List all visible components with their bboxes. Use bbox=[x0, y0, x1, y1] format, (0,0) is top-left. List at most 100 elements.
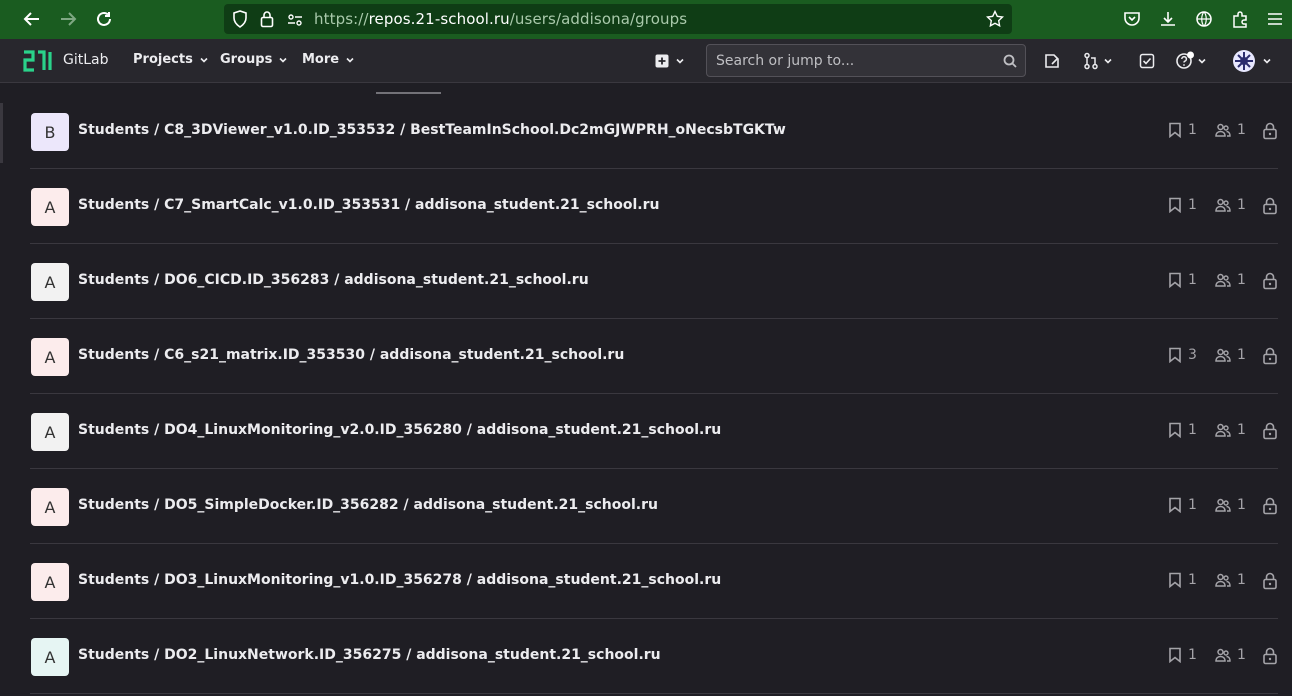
group-title[interactable]: Students / C7_SmartCalc_v1.0.ID_353531 /… bbox=[78, 197, 660, 213]
menu-label: Projects bbox=[133, 52, 193, 67]
group-avatar[interactable]: A bbox=[31, 188, 69, 226]
group-avatar[interactable]: A bbox=[31, 263, 69, 301]
avatar bbox=[1233, 50, 1255, 72]
lock-icon bbox=[1263, 497, 1277, 515]
bookmark-icon bbox=[1169, 197, 1181, 213]
member-count: 1 bbox=[1215, 497, 1246, 513]
bookmark-icon bbox=[1169, 647, 1181, 663]
user-menu-button[interactable] bbox=[1230, 50, 1274, 72]
bookmark-icon bbox=[1169, 122, 1181, 138]
group-row[interactable]: A Students / C6_s21_matrix.ID_353530 / a… bbox=[30, 319, 1278, 394]
lock-icon bbox=[1263, 197, 1277, 215]
users-icon bbox=[1215, 123, 1231, 137]
group-row[interactable]: A Students / DO6_CICD.ID_356283 / addiso… bbox=[30, 244, 1278, 319]
url-bar[interactable]: https://repos.21-school.ru/users/addison… bbox=[224, 4, 1012, 34]
lock-icon bbox=[1263, 422, 1277, 440]
lock-icon bbox=[1263, 122, 1277, 140]
group-avatar[interactable]: A bbox=[31, 638, 69, 676]
star-icon[interactable] bbox=[986, 10, 1004, 28]
todo-icon[interactable] bbox=[1136, 50, 1158, 72]
group-title[interactable]: Students / DO5_SimpleDocker.ID_356282 / … bbox=[78, 497, 658, 513]
logo-icon[interactable] bbox=[22, 49, 52, 73]
group-title[interactable]: Students / DO4_LinuxMonitoring_v2.0.ID_3… bbox=[78, 422, 721, 438]
forward-button[interactable] bbox=[56, 7, 80, 31]
chevron-down-icon bbox=[346, 57, 354, 63]
group-row[interactable]: A Students / DO5_SimpleDocker.ID_356282 … bbox=[30, 469, 1278, 544]
lock-icon bbox=[260, 11, 274, 28]
subgroup-count: 1 bbox=[1168, 272, 1197, 288]
reload-button[interactable] bbox=[92, 7, 116, 31]
group-row[interactable]: A Students / C7_SmartCalc_v1.0.ID_353531… bbox=[30, 169, 1278, 244]
lock-icon bbox=[1263, 647, 1277, 665]
arrow-left-icon bbox=[23, 12, 39, 26]
group-title[interactable]: Students / DO6_CICD.ID_356283 / addisona… bbox=[78, 272, 589, 288]
lock-icon bbox=[1263, 347, 1277, 365]
subgroup-count: 1 bbox=[1168, 197, 1197, 213]
group-title[interactable]: Students / C8_3DViewer_v1.0.ID_353532 / … bbox=[78, 122, 786, 138]
group-avatar[interactable]: A bbox=[31, 488, 69, 526]
group-avatar[interactable]: A bbox=[31, 563, 69, 601]
chevron-down-icon bbox=[1198, 58, 1206, 64]
group-row[interactable]: A Students / DO2_LinuxNetwork.ID_356275 … bbox=[30, 619, 1278, 694]
users-icon bbox=[1215, 273, 1231, 287]
bookmark-icon bbox=[1169, 422, 1181, 438]
subgroup-count: 1 bbox=[1168, 497, 1197, 513]
lock-icon bbox=[1263, 572, 1277, 590]
member-count: 1 bbox=[1215, 422, 1246, 438]
menu-groups[interactable]: Groups bbox=[220, 52, 288, 67]
chevron-down-icon bbox=[1263, 58, 1271, 64]
plus-square-icon bbox=[655, 54, 669, 68]
reload-icon bbox=[97, 11, 111, 26]
group-title[interactable]: Students / C6_s21_matrix.ID_353530 / add… bbox=[78, 347, 624, 363]
member-count: 1 bbox=[1215, 122, 1246, 138]
member-count: 1 bbox=[1215, 572, 1246, 588]
group-row[interactable]: B Students / C8_3DViewer_v1.0.ID_353532 … bbox=[30, 94, 1278, 169]
chevron-down-icon bbox=[676, 58, 684, 64]
search-box[interactable]: Search or jump to... bbox=[706, 44, 1026, 77]
globe-icon[interactable] bbox=[1193, 8, 1215, 30]
new-item-button[interactable] bbox=[652, 50, 688, 72]
url-text: https://repos.21-school.ru/users/addison… bbox=[314, 10, 688, 28]
main-content: B Students / C8_3DViewer_v1.0.ID_353532 … bbox=[0, 83, 1292, 696]
group-title[interactable]: Students / DO2_LinuxNetwork.ID_356275 / … bbox=[78, 647, 661, 663]
merge-request-icon bbox=[1084, 52, 1098, 70]
group-avatar[interactable]: B bbox=[31, 113, 69, 151]
member-count: 1 bbox=[1215, 347, 1246, 363]
group-title[interactable]: Students / DO3_LinuxMonitoring_v1.0.ID_3… bbox=[78, 572, 721, 588]
extensions-icon[interactable] bbox=[1229, 8, 1251, 30]
group-avatar[interactable]: A bbox=[31, 338, 69, 376]
menu-label: More bbox=[302, 52, 340, 67]
bookmark-icon bbox=[1169, 497, 1181, 513]
group-avatar[interactable]: A bbox=[31, 413, 69, 451]
bookmark-icon bbox=[1169, 347, 1181, 363]
subgroup-count: 3 bbox=[1168, 347, 1197, 363]
subgroup-count: 1 bbox=[1168, 572, 1197, 588]
permissions-icon bbox=[288, 14, 302, 26]
groups-list: B Students / C8_3DViewer_v1.0.ID_353532 … bbox=[30, 94, 1278, 694]
chevron-down-icon bbox=[1104, 58, 1112, 64]
merge-requests-button[interactable] bbox=[1080, 50, 1116, 72]
subgroup-count: 1 bbox=[1168, 122, 1197, 138]
menu-label: Groups bbox=[220, 52, 273, 67]
help-button[interactable] bbox=[1172, 50, 1210, 72]
lock-icon bbox=[1263, 272, 1277, 290]
users-icon bbox=[1215, 348, 1231, 362]
group-row[interactable]: A Students / DO3_LinuxMonitoring_v1.0.ID… bbox=[30, 544, 1278, 619]
search-icon bbox=[1003, 54, 1017, 68]
app-name[interactable]: GitLab bbox=[63, 52, 109, 68]
member-count: 1 bbox=[1215, 272, 1246, 288]
pocket-icon[interactable] bbox=[1121, 8, 1143, 30]
menu-icon[interactable] bbox=[1264, 8, 1286, 30]
browser-toolbar: https://repos.21-school.ru/users/addison… bbox=[0, 0, 1292, 39]
users-icon bbox=[1215, 198, 1231, 212]
issues-icon[interactable] bbox=[1041, 50, 1063, 72]
arrow-right-icon bbox=[61, 12, 77, 26]
group-row[interactable]: A Students / DO4_LinuxMonitoring_v2.0.ID… bbox=[30, 394, 1278, 469]
back-button[interactable] bbox=[20, 7, 44, 31]
users-icon bbox=[1215, 498, 1231, 512]
menu-more[interactable]: More bbox=[302, 52, 355, 67]
download-icon[interactable] bbox=[1157, 8, 1179, 30]
bookmark-icon bbox=[1169, 272, 1181, 288]
search-input[interactable]: Search or jump to... bbox=[716, 53, 854, 69]
menu-projects[interactable]: Projects bbox=[133, 52, 209, 67]
